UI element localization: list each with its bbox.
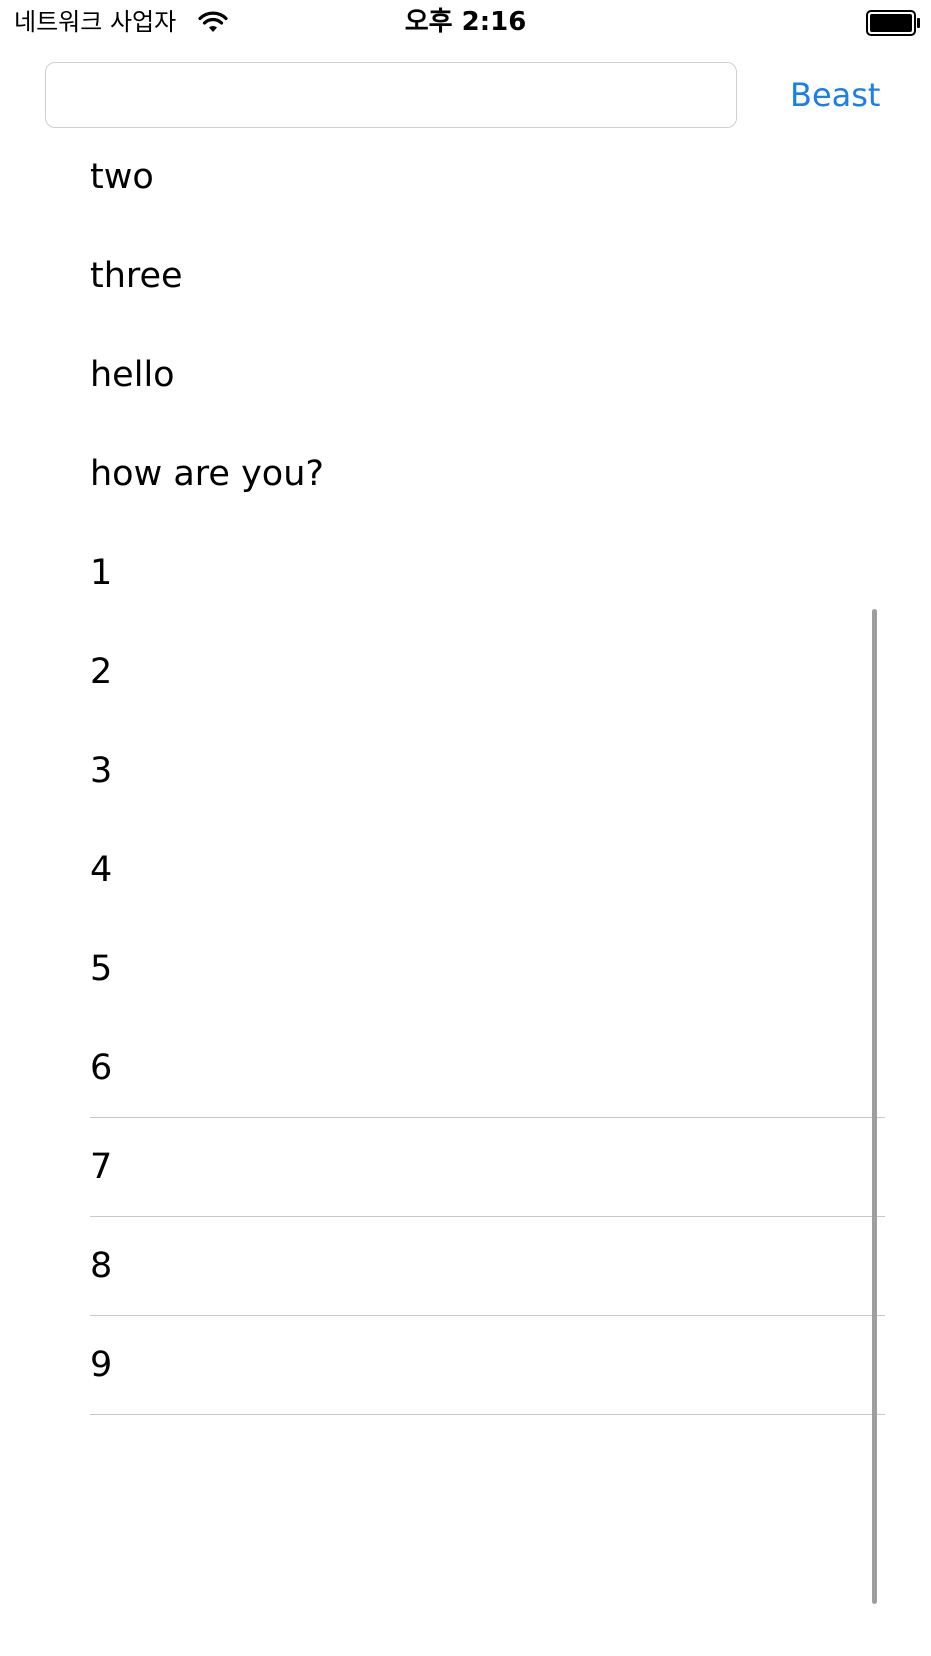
- list-item[interactable]: 4: [0, 821, 931, 920]
- battery-icon: [866, 10, 922, 36]
- list-item[interactable]: two: [0, 128, 931, 227]
- list-item[interactable]: 8: [0, 1217, 931, 1316]
- item-list: two three hello how are you? 1 2 3 4 5 6…: [0, 128, 931, 1415]
- scroll-indicator[interactable]: [872, 609, 877, 1604]
- list-item[interactable]: 5: [0, 920, 931, 1019]
- list-item[interactable]: 1: [0, 524, 931, 623]
- beast-button[interactable]: Beast: [790, 70, 880, 120]
- search-input[interactable]: [45, 62, 737, 128]
- status-time: 오후 2:16: [404, 7, 527, 37]
- list-item[interactable]: 3: [0, 722, 931, 821]
- list-item[interactable]: 7: [0, 1118, 931, 1217]
- list-item[interactable]: 6: [0, 1019, 931, 1118]
- list-item[interactable]: how are you?: [0, 425, 931, 524]
- list-item[interactable]: three: [0, 227, 931, 326]
- status-bar: 네트워크 사업자 오후 2:16: [0, 0, 931, 44]
- list-item[interactable]: 9: [0, 1316, 931, 1415]
- list-item[interactable]: hello: [0, 326, 931, 425]
- search-bar: Beast: [0, 62, 931, 132]
- list-item[interactable]: 2: [0, 623, 931, 722]
